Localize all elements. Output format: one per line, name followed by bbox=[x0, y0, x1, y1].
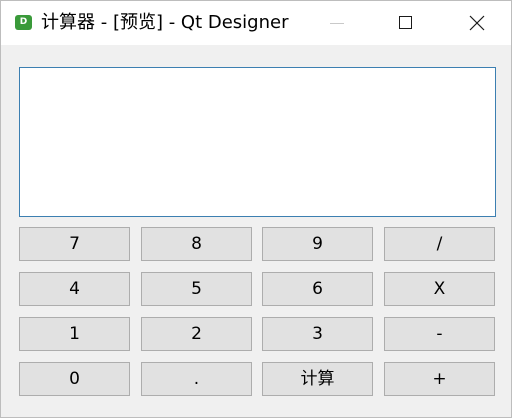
minimize-button[interactable] bbox=[314, 1, 360, 45]
maximize-button[interactable] bbox=[383, 1, 429, 45]
app-window: D 计算器 - [预览] - Qt Designer 7 8 9 / 4 5 6… bbox=[0, 0, 512, 418]
key-9[interactable]: 9 bbox=[262, 227, 373, 261]
key-subtract[interactable]: - bbox=[384, 317, 495, 351]
close-icon bbox=[469, 15, 485, 31]
key-0[interactable]: 0 bbox=[19, 362, 130, 396]
key-2[interactable]: 2 bbox=[141, 317, 252, 351]
result-display[interactable] bbox=[19, 67, 496, 217]
calculate-button[interactable]: 计算 bbox=[262, 362, 373, 396]
key-5[interactable]: 5 bbox=[141, 272, 252, 306]
maximize-icon bbox=[399, 16, 412, 29]
key-7[interactable]: 7 bbox=[19, 227, 130, 261]
key-divide[interactable]: / bbox=[384, 227, 495, 261]
key-8[interactable]: 8 bbox=[141, 227, 252, 261]
qt-designer-icon: D bbox=[15, 15, 32, 30]
title-bar[interactable]: D 计算器 - [预览] - Qt Designer bbox=[1, 1, 511, 45]
key-4[interactable]: 4 bbox=[19, 272, 130, 306]
key-6[interactable]: 6 bbox=[262, 272, 373, 306]
key-decimal[interactable]: . bbox=[141, 362, 252, 396]
window-title: 计算器 - [预览] - Qt Designer bbox=[41, 12, 289, 33]
minimize-icon bbox=[330, 23, 344, 24]
calculator-panel: 7 8 9 / 4 5 6 X 1 2 3 - 0 . 计算 + bbox=[1, 45, 511, 417]
key-1[interactable]: 1 bbox=[19, 317, 130, 351]
key-multiply[interactable]: X bbox=[384, 272, 495, 306]
key-3[interactable]: 3 bbox=[262, 317, 373, 351]
key-add[interactable]: + bbox=[384, 362, 495, 396]
close-button[interactable] bbox=[453, 1, 499, 45]
